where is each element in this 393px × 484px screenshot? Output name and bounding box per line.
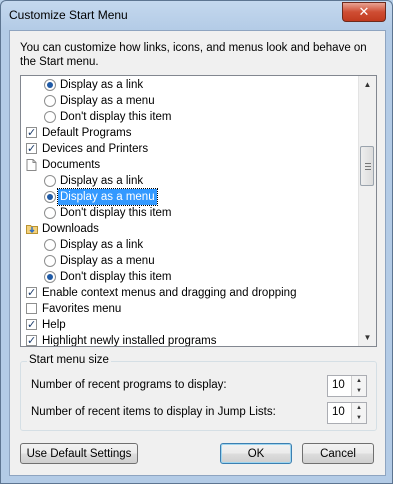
- customize-start-menu-window: Customize Start Menu ✕ You can customize…: [0, 0, 393, 484]
- scroll-up-arrow-icon[interactable]: ▲: [359, 76, 376, 93]
- spin-down-icon[interactable]: ▼: [352, 386, 366, 396]
- option-label: Don't display this item: [60, 111, 172, 123]
- start-menu-size-group: Start menu size Number of recent program…: [20, 354, 377, 431]
- close-button[interactable]: ✕: [342, 2, 386, 22]
- cancel-button[interactable]: Cancel: [302, 443, 374, 464]
- folder-download-icon: [26, 223, 38, 235]
- ok-button[interactable]: OK: [220, 443, 292, 464]
- document-icon: [26, 159, 37, 171]
- checkbox[interactable]: [26, 333, 37, 346]
- radio-button[interactable]: [44, 271, 56, 283]
- radio-button[interactable]: [44, 111, 56, 123]
- options-listbox[interactable]: Display as a link Display as a menu Don't …: [20, 75, 377, 347]
- spin-up-icon[interactable]: ▲: [352, 403, 366, 413]
- radio-button[interactable]: [44, 239, 56, 251]
- checkbox[interactable]: [26, 141, 37, 157]
- grip-line: [365, 166, 371, 167]
- title-bar[interactable]: Customize Start Menu ✕: [1, 1, 392, 29]
- option-label: Display as a link: [60, 79, 144, 91]
- spin-up-icon[interactable]: ▲: [352, 376, 366, 386]
- description-text: You can customize how links, icons, and …: [20, 42, 367, 68]
- option-label: Don't display this item: [60, 271, 172, 283]
- option-label: Display as a link: [60, 175, 144, 187]
- radio-button[interactable]: [44, 207, 56, 219]
- checkbox[interactable]: [26, 317, 37, 333]
- grip-line: [365, 163, 371, 164]
- option-label: Documents: [42, 159, 101, 171]
- scroll-down-arrow-icon[interactable]: ▼: [359, 329, 376, 346]
- option-label: Display as a link: [60, 239, 144, 251]
- checkbox[interactable]: [26, 125, 37, 141]
- vertical-scrollbar[interactable]: ▲ ▼: [358, 76, 376, 346]
- radio-button[interactable]: [44, 95, 56, 107]
- option-label: Highlight newly installed programs: [42, 335, 217, 347]
- checkbox[interactable]: [26, 285, 37, 301]
- spinner-buttons: ▲ ▼: [351, 403, 366, 423]
- recent-items-value[interactable]: 10: [332, 406, 345, 418]
- grip-line: [365, 169, 371, 170]
- recent-programs-value[interactable]: 10: [332, 379, 345, 391]
- spin-down-icon[interactable]: ▼: [352, 413, 366, 423]
- window-title: Customize Start Menu: [9, 8, 128, 22]
- recent-items-spinner[interactable]: 10 ▲ ▼: [327, 402, 367, 424]
- spinner-buttons: ▲ ▼: [351, 376, 366, 396]
- option-label: Downloads: [42, 223, 99, 235]
- scroll-thumb[interactable]: [360, 146, 374, 186]
- recent-items-label: Number of recent items to display in Jum…: [31, 406, 276, 418]
- option-label: Devices and Printers: [42, 143, 149, 155]
- option-label: Display as a menu: [60, 95, 155, 107]
- group-title: Start menu size: [27, 354, 111, 366]
- option-label: Display as a menu: [57, 188, 158, 206]
- checkbox[interactable]: [26, 303, 37, 314]
- recent-programs-label: Number of recent programs to display:: [31, 379, 227, 391]
- radio-button[interactable]: [44, 191, 56, 203]
- recent-programs-spinner[interactable]: 10 ▲ ▼: [327, 375, 367, 397]
- option-label: Favorites menu: [42, 303, 122, 315]
- dialog-client-area: You can customize how links, icons, and …: [9, 30, 386, 476]
- radio-button[interactable]: [44, 79, 56, 91]
- radio-button[interactable]: [44, 255, 56, 267]
- use-default-settings-button[interactable]: Use Default Settings: [20, 443, 138, 464]
- option-label: Don't display this item: [60, 207, 172, 219]
- radio-button[interactable]: [44, 175, 56, 187]
- option-label: Display as a menu: [60, 255, 155, 267]
- option-label: Default Programs: [42, 127, 132, 139]
- option-label: Enable context menus and dragging and dr…: [42, 287, 297, 299]
- option-label: Help: [42, 319, 66, 331]
